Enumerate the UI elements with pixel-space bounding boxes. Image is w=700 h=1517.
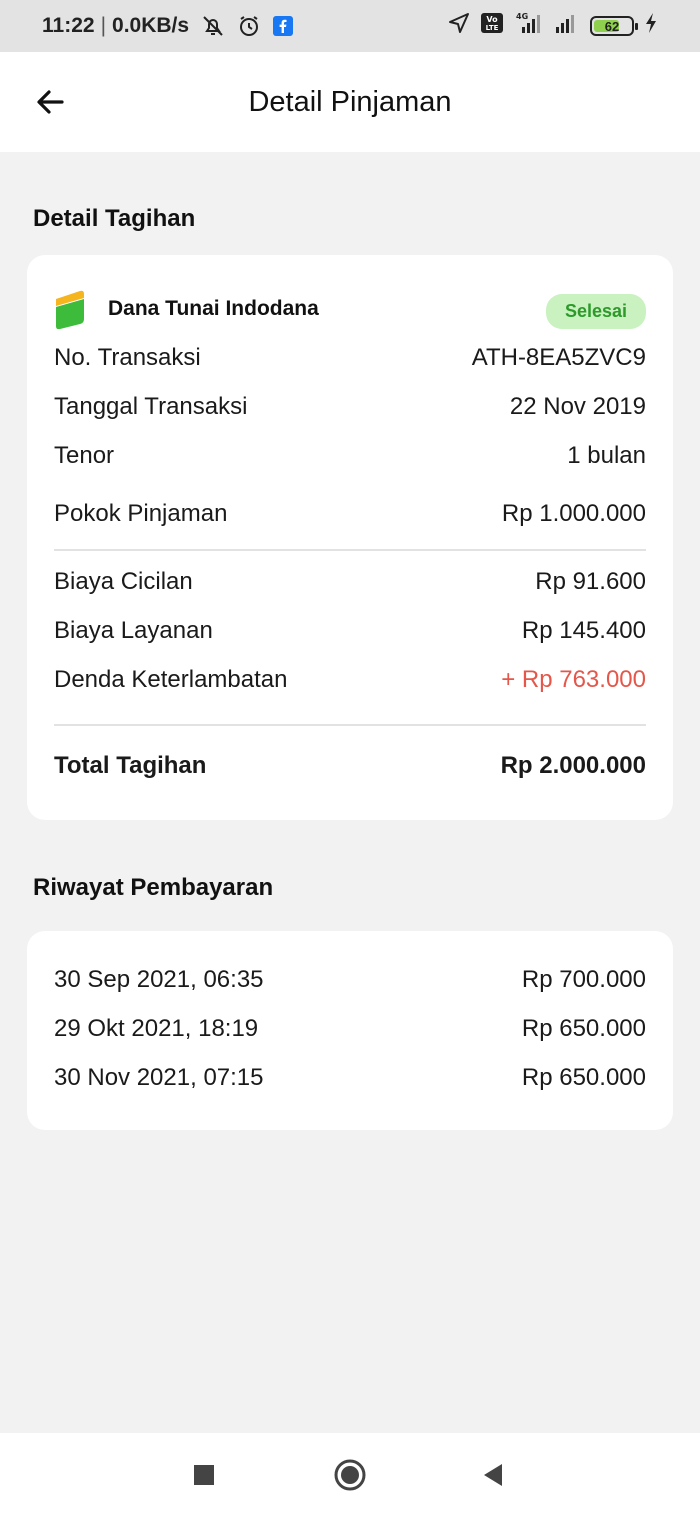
row-value: Rp 1.000.000 bbox=[501, 500, 646, 527]
app-bar: Detail Pinjaman bbox=[0, 52, 700, 152]
back-button[interactable] bbox=[30, 82, 70, 122]
row-service-fee: Biaya Layanan Rp 145.400 bbox=[54, 617, 646, 645]
row-tenor: Tenor 1 bulan bbox=[54, 442, 646, 470]
payment-amount: Rp 700.000 bbox=[521, 966, 646, 993]
svg-text:LTE: LTE bbox=[486, 24, 499, 32]
status-right: Vo LTE 4G 62 bbox=[448, 11, 658, 41]
list-item: 30 Nov 2021, 07:15 Rp 650.000 bbox=[54, 1064, 646, 1092]
page-title: Detail Pinjaman bbox=[248, 85, 452, 118]
status-left: 11:22 | 0.0KB/s bbox=[42, 14, 294, 38]
back-nav-button[interactable] bbox=[473, 1455, 513, 1495]
signal-icon bbox=[554, 12, 580, 40]
list-item: 30 Sep 2021, 06:35 Rp 700.000 bbox=[54, 966, 646, 994]
facebook-icon bbox=[273, 16, 294, 36]
row-label: Pokok Pinjaman bbox=[54, 500, 228, 527]
row-label: Biaya Layanan bbox=[54, 617, 213, 644]
status-badge: Selesai bbox=[545, 294, 646, 329]
divider bbox=[54, 724, 646, 726]
row-value: ATH-8EA5ZVC9 bbox=[471, 344, 646, 371]
row-value: 1 bulan bbox=[567, 442, 646, 469]
payment-amount: Rp 650.000 bbox=[521, 1064, 646, 1091]
home-circle-icon bbox=[334, 1459, 366, 1491]
payment-date: 30 Nov 2021, 07:15 bbox=[54, 1064, 264, 1091]
row-transaction-no: No. Transaksi ATH-8EA5ZVC9 bbox=[54, 344, 646, 372]
signal-4g-icon: 4G bbox=[514, 11, 544, 41]
payment-history-card: 30 Sep 2021, 06:35 Rp 700.000 29 Okt 202… bbox=[27, 931, 673, 1130]
volte-icon: Vo LTE bbox=[480, 12, 504, 40]
arrow-left-icon bbox=[37, 90, 64, 114]
recents-square-icon bbox=[194, 1465, 214, 1485]
status-time: 11:22 bbox=[42, 14, 95, 37]
total-value: Rp 2.000.000 bbox=[500, 752, 646, 779]
alarm-icon bbox=[237, 14, 261, 38]
row-label: Biaya Cicilan bbox=[54, 568, 193, 595]
back-triangle-icon bbox=[484, 1464, 502, 1486]
row-late-fee: Denda Keterlambatan + Rp 763.000 bbox=[54, 666, 646, 694]
row-value: 22 Nov 2019 bbox=[509, 393, 646, 420]
row-label: Tanggal Transaksi bbox=[54, 393, 248, 420]
payment-amount: Rp 650.000 bbox=[521, 1015, 646, 1042]
row-installment-fee: Biaya Cicilan Rp 91.600 bbox=[54, 568, 646, 596]
section-title-payments: Riwayat Pembayaran bbox=[33, 874, 274, 901]
indodana-logo-icon bbox=[56, 290, 84, 329]
system-nav-bar bbox=[0, 1433, 700, 1517]
status-separator: | bbox=[100, 14, 107, 37]
product-name: Dana Tunai Indodana bbox=[108, 297, 319, 320]
list-item: 29 Okt 2021, 18:19 Rp 650.000 bbox=[54, 1015, 646, 1043]
row-transaction-date: Tanggal Transaksi 22 Nov 2019 bbox=[54, 393, 646, 421]
status-network-speed: 0.0KB/s bbox=[112, 14, 190, 37]
bell-off-icon bbox=[201, 14, 225, 38]
payment-date: 30 Sep 2021, 06:35 bbox=[54, 966, 264, 993]
battery-icon: 62 bbox=[590, 16, 638, 36]
section-title-bill: Detail Tagihan bbox=[33, 205, 196, 232]
divider bbox=[54, 549, 646, 551]
row-label: Tenor bbox=[54, 442, 115, 469]
payment-date: 29 Okt 2021, 18:19 bbox=[54, 1015, 259, 1042]
svg-text:Vo: Vo bbox=[486, 15, 498, 24]
bill-card: Dana Tunai Indodana Selesai No. Transaks… bbox=[27, 255, 673, 820]
svg-text:4G: 4G bbox=[516, 12, 528, 21]
product-brand: Dana Tunai Indodana bbox=[54, 289, 319, 329]
status-bar: 11:22 | 0.0KB/s Vo LTE 4G 62 bbox=[0, 0, 700, 52]
battery-level: 62 bbox=[604, 18, 620, 34]
charging-icon bbox=[644, 12, 658, 40]
home-button[interactable] bbox=[330, 1455, 370, 1495]
row-value: + Rp 763.000 bbox=[501, 666, 646, 693]
row-value: Rp 91.600 bbox=[535, 568, 646, 595]
recents-button[interactable] bbox=[184, 1455, 224, 1495]
row-principal: Pokok Pinjaman Rp 1.000.000 bbox=[54, 500, 646, 528]
row-label: Denda Keterlambatan bbox=[54, 666, 288, 693]
row-value: Rp 145.400 bbox=[521, 617, 646, 644]
row-label: No. Transaksi bbox=[54, 344, 201, 371]
total-label: Total Tagihan bbox=[54, 752, 207, 779]
row-total: Total Tagihan Rp 2.000.000 bbox=[54, 752, 646, 780]
location-icon bbox=[448, 12, 470, 40]
